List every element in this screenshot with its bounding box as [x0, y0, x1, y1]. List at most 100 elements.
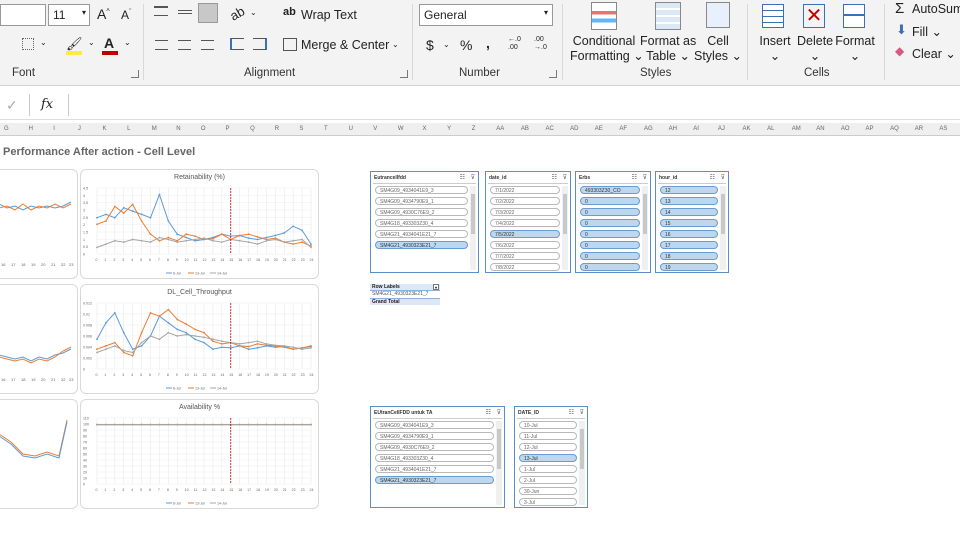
chart-left-2[interactable]: 16 17 18 19 20 21 22 23	[0, 284, 78, 394]
clear-filter-icon[interactable]: ⊽	[563, 174, 567, 181]
column-header[interactable]: Y	[447, 126, 451, 132]
autosum-icon[interactable]: Σ	[895, 0, 904, 17]
slicer-item[interactable]: 493303Z30_CO	[580, 186, 640, 194]
slicer-hour-id[interactable]: hour_id ☷ ⊽ 12 13 14 15 16 17 18 19	[655, 171, 729, 273]
slicer-eutrancell-ta[interactable]: EUtranCellFDD untuk TA ☷ ⊽ SM4G09_4934041E9…	[370, 406, 505, 508]
slicer-scroll-thumb[interactable]	[721, 194, 725, 234]
column-header[interactable]: L	[127, 126, 130, 132]
clear-filter-icon[interactable]: ⊽	[721, 174, 725, 181]
enter-icon[interactable]: ✓	[6, 97, 18, 114]
column-header[interactable]: AJ	[718, 126, 725, 132]
align-top-icon[interactable]	[154, 6, 168, 16]
slicer-item[interactable]: 2-Jul	[519, 476, 577, 484]
slicer-item[interactable]: 0	[580, 208, 640, 216]
slicer-scrollbar[interactable]	[642, 186, 648, 270]
column-header[interactable]: AQ	[890, 126, 899, 132]
slicer-item[interactable]: SM4G21_4934041E21_7	[375, 230, 468, 238]
column-header[interactable]: X	[422, 126, 426, 132]
column-header[interactable]: Z	[472, 126, 476, 132]
percent-button[interactable]: %	[460, 37, 472, 53]
chart-left-3[interactable]	[0, 399, 78, 509]
slicer-eutrancellfdd[interactable]: Eutrancellfdd ☷ ⊽ SM4G09_4934041E9_3 SM4G09_…	[370, 171, 479, 273]
font-launcher-icon[interactable]	[131, 70, 139, 78]
column-header[interactable]: T	[324, 126, 328, 132]
font-color-button[interactable]: A	[104, 35, 114, 51]
autosum-button[interactable]: AutoSum	[912, 2, 960, 16]
wrap-text-icon[interactable]: ab	[283, 6, 296, 18]
slicer-item[interactable]: 16	[660, 230, 718, 238]
clear-icon[interactable]: ◆	[895, 44, 904, 58]
increase-decimal-button[interactable]: ←.0 .00	[508, 36, 526, 52]
merge-center-button[interactable]: Merge & Center	[301, 38, 389, 52]
multi-select-icon[interactable]: ☷	[460, 174, 465, 181]
font-name-box[interactable]	[0, 4, 46, 26]
slicer-item[interactable]: 0	[580, 252, 640, 260]
insert-icon[interactable]	[762, 4, 784, 28]
multi-select-icon[interactable]: ☷	[632, 174, 637, 181]
multi-select-icon[interactable]: ☷	[710, 174, 715, 181]
slicer-item[interactable]: 7/8/2022	[490, 263, 560, 271]
column-header[interactable]: I	[53, 126, 55, 132]
column-header[interactable]: AD	[570, 126, 578, 132]
pivot-header[interactable]: Row Labels ▾	[370, 284, 440, 291]
slicer-item[interactable]: 11-Jul	[519, 432, 577, 440]
slicer-item[interactable]: SM4G21_4934041E21_7	[375, 465, 494, 473]
font-color-dropdown[interactable]: ⌄	[124, 38, 131, 47]
slicer-scrollbar[interactable]	[579, 421, 585, 505]
shrink-font-button[interactable]: Aˇ	[121, 8, 131, 22]
merge-dropdown[interactable]: ⌄	[392, 40, 399, 49]
slicer-item[interactable]: 0	[580, 219, 640, 227]
slicer-item[interactable]: 15	[660, 219, 718, 227]
align-center-icon[interactable]	[178, 40, 191, 50]
slicer-item[interactable]: SM4G09_4930C76E9_2	[375, 208, 468, 216]
format-as-table-icon[interactable]	[655, 2, 681, 30]
clear-filter-icon[interactable]: ⊽	[580, 409, 584, 416]
slicer-item[interactable]: SM4G09_4934790E9_1	[375, 432, 494, 440]
slicer-item[interactable]: 14	[660, 208, 718, 216]
slicer-item[interactable]: SM4G18_493303Z30_4	[375, 219, 468, 227]
slicer-scroll-thumb[interactable]	[580, 429, 584, 469]
format-button[interactable]: Format ⌄	[835, 34, 875, 64]
column-header[interactable]: AM	[792, 126, 801, 132]
pivot-row[interactable]: SM4G21_4930323E21_7	[370, 291, 440, 298]
formula-input[interactable]	[68, 94, 960, 116]
slicer-date-id-2[interactable]: DATE_ID ☷ ⊽ 10-Jul 11-Jul 12-Jul 13-Jul 1-Jul 2-…	[514, 406, 588, 508]
format-cells-icon[interactable]	[843, 4, 865, 28]
column-header[interactable]: Q	[250, 126, 255, 132]
column-header[interactable]: G	[4, 126, 9, 132]
column-header[interactable]: O	[201, 126, 206, 132]
slicer-item[interactable]: SM4G09_4934041E9_3	[375, 186, 468, 194]
slicer-item[interactable]: 7/3/2022	[490, 208, 560, 216]
number-format-select[interactable]: General ▾	[419, 4, 553, 26]
clear-filter-icon[interactable]: ⊽	[471, 174, 475, 181]
column-header[interactable]: N	[176, 126, 180, 132]
orientation-dropdown[interactable]: ⌄	[250, 8, 257, 17]
decrease-indent-icon[interactable]	[230, 38, 244, 50]
throughput-chart[interactable]: DL_Cell_Throughput 0 1 2 3 4 5 6 7 8 9 10 11 12 13 14 1…	[80, 284, 319, 394]
column-header[interactable]: AL	[767, 126, 774, 132]
column-header[interactable]: AH	[669, 126, 677, 132]
column-header[interactable]: AF	[619, 126, 627, 132]
decrease-decimal-button[interactable]: .00 →.0	[534, 36, 552, 52]
slicer-item[interactable]: 17	[660, 241, 718, 249]
cell-styles-icon[interactable]	[706, 2, 730, 28]
column-header[interactable]: AG	[644, 126, 653, 132]
column-header[interactable]: U	[349, 126, 353, 132]
slicer-scrollbar[interactable]	[470, 186, 476, 270]
slicer-date-id[interactable]: date_id ☷ ⊽ 7/1/2022 7/2/2022 7/3/2022 7/4/202…	[485, 171, 571, 273]
font-size-box[interactable]: 11 ▾	[48, 4, 90, 26]
slicer-scroll-thumb[interactable]	[497, 429, 501, 469]
align-right-icon[interactable]	[201, 40, 214, 50]
slicer-item[interactable]: 7/2/2022	[490, 197, 560, 205]
column-header[interactable]: AO	[841, 126, 850, 132]
column-header[interactable]: AK	[742, 126, 750, 132]
slicer-item[interactable]: 7/6/2022	[490, 241, 560, 249]
column-header[interactable]: K	[102, 126, 106, 132]
slicer-item[interactable]: 18	[660, 252, 718, 260]
column-header[interactable]: AS	[939, 126, 947, 132]
column-header[interactable]: AP	[866, 126, 874, 132]
slicer-scroll-thumb[interactable]	[643, 194, 647, 234]
slicer-scrollbar[interactable]	[720, 186, 726, 270]
column-header[interactable]: AB	[521, 126, 529, 132]
delete-icon[interactable]: ✕	[803, 4, 825, 28]
